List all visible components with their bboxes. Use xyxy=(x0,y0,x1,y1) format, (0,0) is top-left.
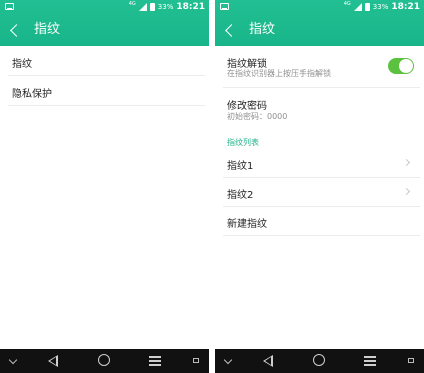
nav-home-icon[interactable] xyxy=(98,354,110,366)
notification-icon xyxy=(220,3,229,10)
list-item-fingerprint[interactable]: 指纹 xyxy=(8,46,205,76)
nav-recents-icon[interactable] xyxy=(408,358,414,363)
fingerprint-unlock-description: 在指纹识别器上按压手指解锁 xyxy=(227,69,331,78)
toolbar: 指纹 xyxy=(215,14,424,46)
nav-menu-icon[interactable] xyxy=(364,355,376,366)
nav-back-icon[interactable] xyxy=(48,355,58,367)
battery-percent: 33% xyxy=(157,3,174,11)
new-fingerprint-label: 新建指纹 xyxy=(227,219,267,230)
status-bar: 4G 33% 18:21 xyxy=(215,0,424,14)
fingerprint-item-label: 指纹2 xyxy=(227,190,254,201)
clock: 18:21 xyxy=(391,2,420,12)
battery-percent: 33% xyxy=(372,3,389,11)
chevron-down-icon[interactable] xyxy=(10,357,16,363)
network-type: 4G xyxy=(343,1,351,7)
fingerprint-unlock-row[interactable]: 指纹解锁 在指纹识别器上按压手指解锁 xyxy=(223,46,420,88)
change-password-row[interactable]: 修改密码 初始密码：0000 xyxy=(223,88,420,128)
status-bar: 4G 33% 18:21 xyxy=(0,0,209,14)
app-bar: 4G 33% 18:21 指纹 xyxy=(0,0,209,46)
list-item-label: 隐私保护 xyxy=(12,89,52,100)
list-item-label: 指纹 xyxy=(12,59,32,70)
left-screen: 4G 33% 18:21 指纹 指纹 隐私保护 xyxy=(0,0,209,373)
back-arrow-icon[interactable] xyxy=(8,22,22,38)
signal-icon xyxy=(138,3,147,11)
clock: 18:21 xyxy=(176,2,205,12)
fingerprint-item-1[interactable]: 指纹1 xyxy=(223,149,420,178)
fingerprint-list: 指纹1 指纹2 新建指纹 xyxy=(215,149,424,236)
nav-bar xyxy=(0,349,209,373)
initial-password-hint: 初始密码：0000 xyxy=(227,112,288,121)
fingerprint-unlock-toggle[interactable] xyxy=(388,58,414,74)
fingerprint-item-label: 指纹1 xyxy=(227,161,254,172)
battery-icon xyxy=(364,3,370,11)
toggle-knob xyxy=(399,59,413,73)
list-item-privacy[interactable]: 隐私保护 xyxy=(8,76,205,106)
page-title: 指纹 xyxy=(34,22,61,37)
chevron-down-icon[interactable] xyxy=(225,357,231,363)
fingerprint-list-header: 指纹列表 xyxy=(227,138,259,147)
battery-icon xyxy=(149,3,155,11)
page-title: 指纹 xyxy=(249,22,276,37)
chevron-right-icon xyxy=(404,189,410,195)
nav-home-icon[interactable] xyxy=(313,354,325,366)
toolbar: 指纹 xyxy=(0,14,209,46)
nav-bar xyxy=(215,349,424,373)
new-fingerprint-row[interactable]: 新建指纹 xyxy=(223,207,420,236)
settings-list: 指纹 隐私保护 xyxy=(0,46,209,106)
status-indicators: 4G 33% 18:21 xyxy=(129,1,205,13)
nav-menu-icon[interactable] xyxy=(149,355,161,366)
notification-icon xyxy=(5,3,14,10)
chevron-right-icon xyxy=(404,160,410,166)
nav-back-icon[interactable] xyxy=(263,355,273,367)
right-screen: 4G 33% 18:21 指纹 指纹解锁 在指纹识别器上按压手指解锁 修改密码 … xyxy=(215,0,424,373)
status-indicators: 4G 33% 18:21 xyxy=(344,1,420,13)
signal-icon xyxy=(353,3,362,11)
fingerprint-item-2[interactable]: 指纹2 xyxy=(223,178,420,207)
nav-recents-icon[interactable] xyxy=(193,358,199,363)
back-arrow-icon[interactable] xyxy=(223,22,237,38)
change-password-label: 修改密码 xyxy=(227,101,267,112)
fingerprint-settings: 指纹解锁 在指纹识别器上按压手指解锁 修改密码 初始密码：0000 xyxy=(215,46,424,128)
app-bar: 4G 33% 18:21 指纹 xyxy=(215,0,424,46)
network-type: 4G xyxy=(128,1,136,7)
